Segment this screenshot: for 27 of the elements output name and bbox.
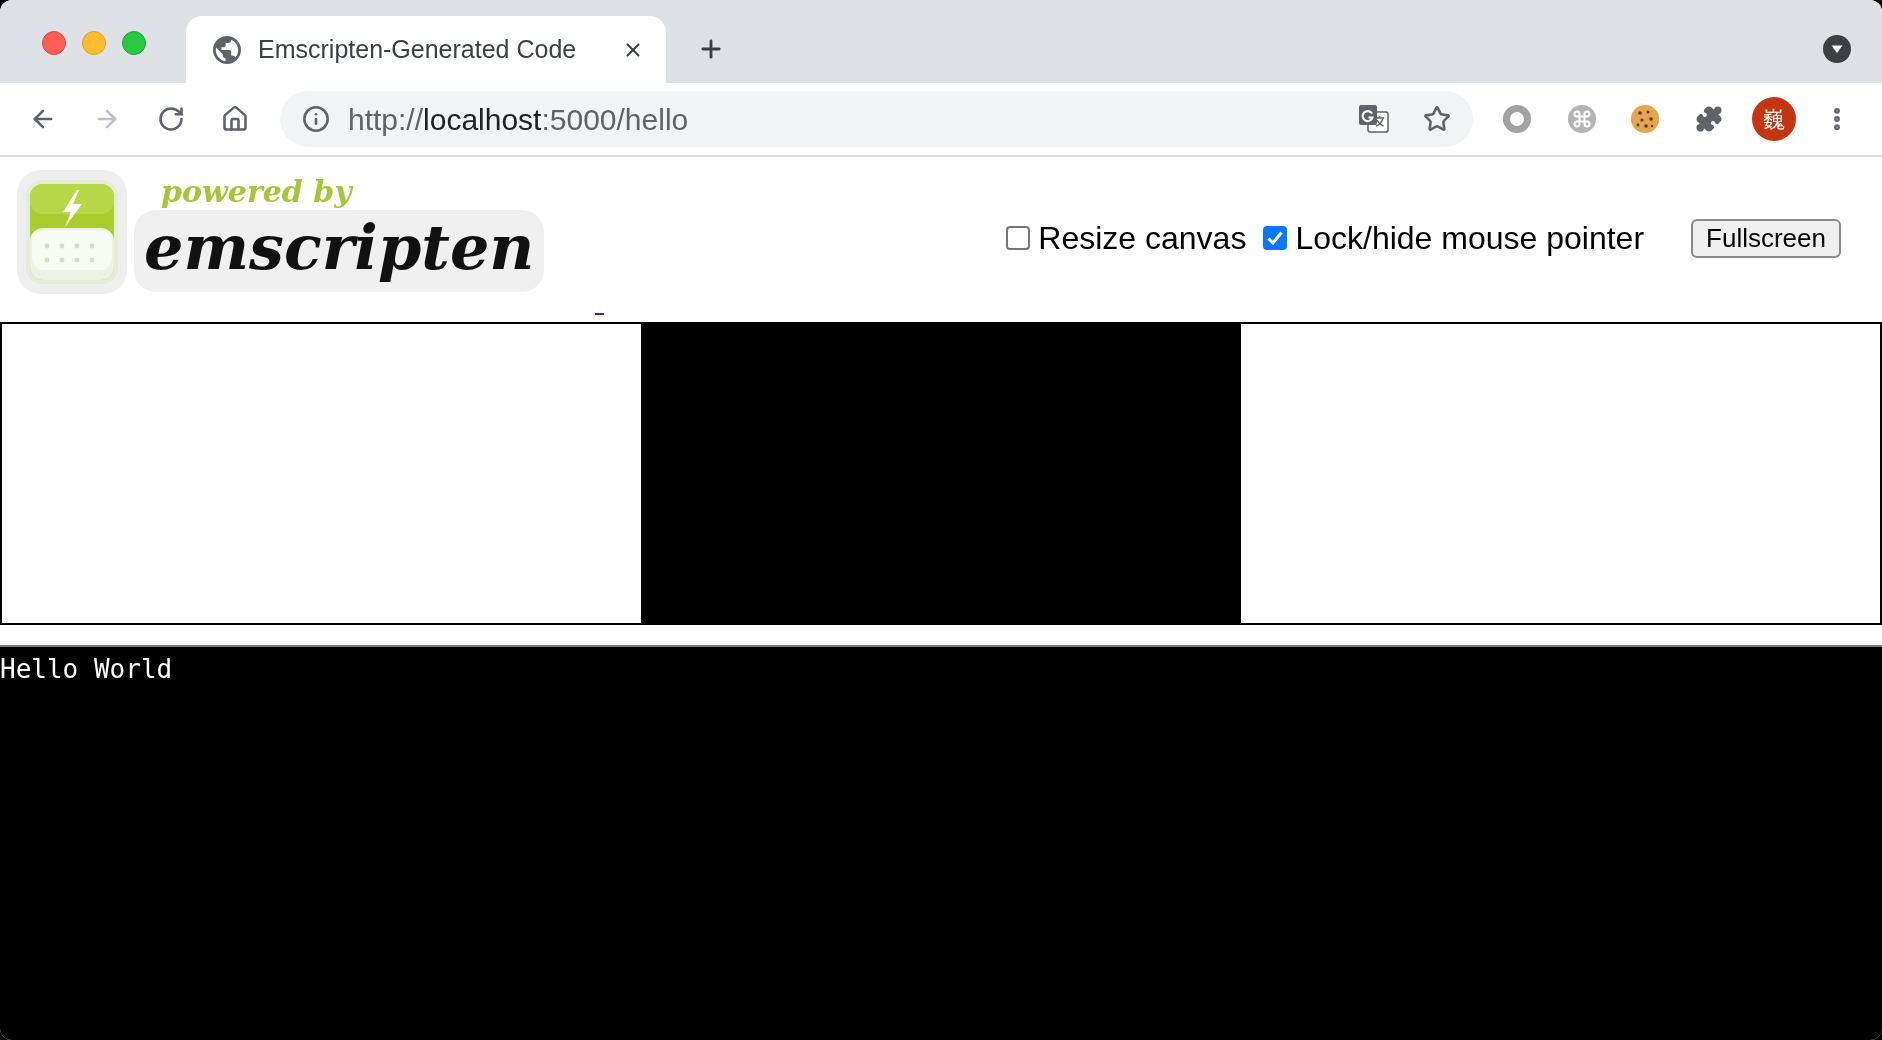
checkbox[interactable] <box>1263 226 1288 250</box>
lightning-tile-icon[interactable] <box>17 170 127 294</box>
fullscreen-button[interactable]: Fullscreen <box>1691 218 1841 258</box>
browser-tab[interactable]: Emscripten-Generated Code <box>186 16 666 83</box>
link-underline[interactable] <box>595 313 605 315</box>
puzzle-piece-icon[interactable] <box>1695 105 1723 133</box>
checkbox-label[interactable]: Lock/hide mouse pointer <box>1295 214 1645 262</box>
star-icon[interactable] <box>1423 105 1451 133</box>
console-text: Hello World <box>0 653 173 685</box>
output-textarea[interactable]: Hello World <box>0 645 1882 1040</box>
ring-icon[interactable] <box>1503 105 1531 133</box>
profile-avatar[interactable]: 巍 <box>1752 97 1796 141</box>
translate-icon[interactable] <box>1359 105 1389 133</box>
checkbox-label[interactable]: Resize canvas <box>1038 214 1247 262</box>
close-window-icon[interactable] <box>42 31 66 55</box>
logo-wordmark[interactable]: emscripten <box>134 210 545 292</box>
globe-icon <box>213 35 241 64</box>
reload-icon[interactable] <box>157 105 185 133</box>
address-bar[interactable]: http://localhost:5000/hello <box>280 91 1473 147</box>
dropdown-caret-icon[interactable] <box>1823 35 1851 63</box>
checkbox[interactable] <box>1006 226 1031 250</box>
url-text[interactable]: http://localhost:5000/hello <box>348 96 689 142</box>
info-icon[interactable] <box>302 105 330 133</box>
tab-title: Emscripten-Generated Code <box>258 33 577 65</box>
checkmark-icon <box>1267 231 1284 245</box>
home-icon[interactable] <box>221 105 249 133</box>
cookie-icon[interactable] <box>1631 105 1659 133</box>
